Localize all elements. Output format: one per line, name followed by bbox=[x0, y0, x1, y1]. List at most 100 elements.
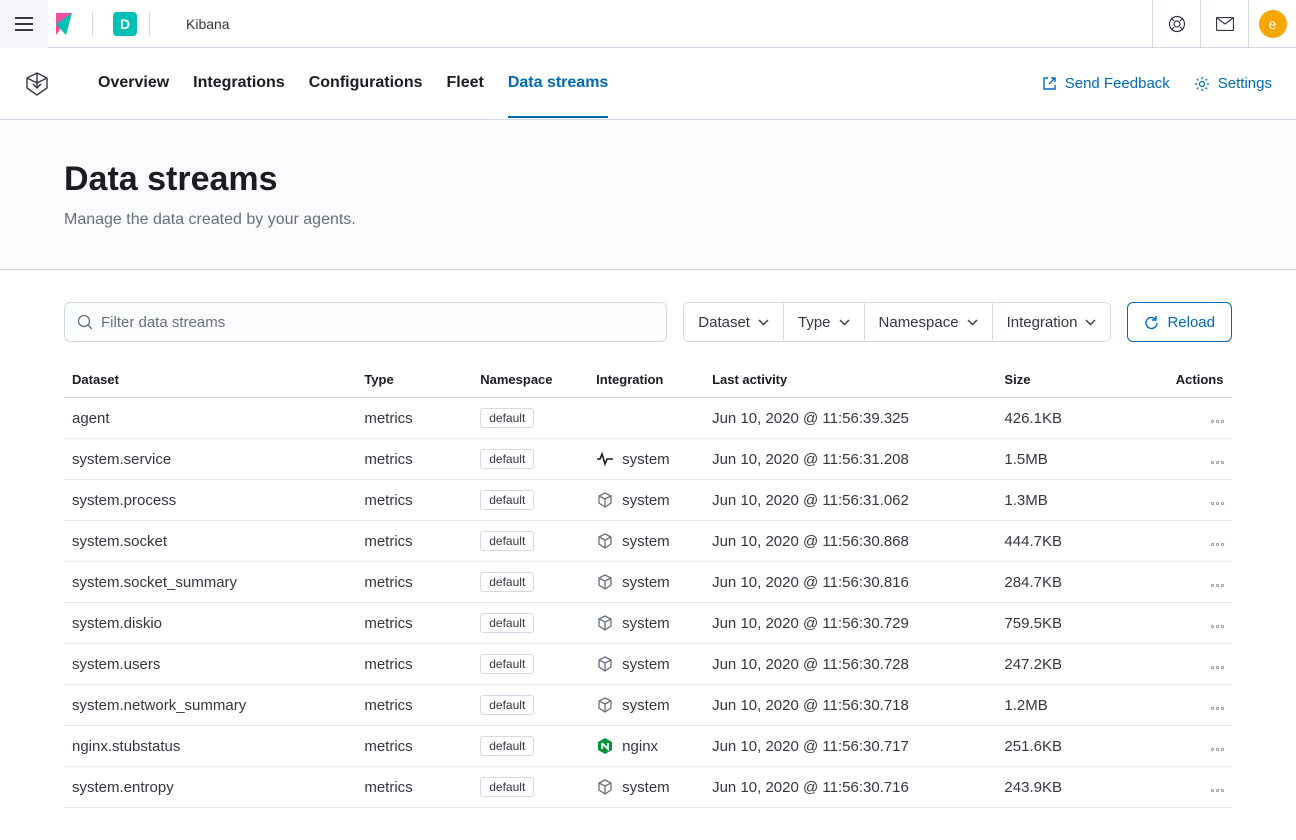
popout-icon bbox=[1042, 76, 1057, 91]
cell-namespace: default bbox=[472, 726, 588, 767]
cell-size: 444.7KB bbox=[996, 521, 1167, 562]
table-row: system.socket_summarymetricsdefaultsyste… bbox=[64, 562, 1232, 603]
integration-label: system bbox=[622, 533, 670, 550]
cell-actions bbox=[1168, 603, 1232, 644]
row-actions-button[interactable] bbox=[1211, 461, 1224, 464]
row-actions-button[interactable] bbox=[1211, 748, 1224, 751]
filter-label: Type bbox=[798, 314, 831, 331]
cell-dataset: system.entropy bbox=[64, 767, 356, 808]
integration-label: system bbox=[622, 574, 670, 591]
kibana-logo[interactable] bbox=[48, 13, 80, 35]
search-input[interactable] bbox=[101, 314, 654, 331]
user-menu[interactable]: e bbox=[1248, 0, 1296, 48]
lifebuoy-icon bbox=[1168, 15, 1186, 33]
mail-button[interactable] bbox=[1200, 0, 1248, 48]
col-header-size[interactable]: Size bbox=[996, 362, 1167, 398]
row-actions-button[interactable] bbox=[1211, 543, 1224, 546]
tab-data-streams[interactable]: Data streams bbox=[508, 50, 609, 118]
cell-last-activity: Jun 10, 2020 @ 11:56:39.325 bbox=[704, 398, 996, 439]
col-header-last-activity[interactable]: Last activity bbox=[704, 362, 996, 398]
filter-dataset[interactable]: Dataset bbox=[684, 303, 784, 341]
breadcrumb[interactable]: Kibana bbox=[186, 16, 230, 32]
cell-size: 1.5MB bbox=[996, 439, 1167, 480]
settings-link[interactable]: Settings bbox=[1194, 75, 1272, 92]
sub-nav: Overview Integrations Configurations Fleet D… bbox=[0, 48, 1296, 120]
cell-size: 759.5KB bbox=[996, 603, 1167, 644]
cell-integration: system bbox=[588, 767, 704, 808]
mail-icon bbox=[1216, 17, 1234, 31]
cell-integration: nginx bbox=[588, 726, 704, 767]
cell-integration bbox=[588, 398, 704, 439]
row-actions-button[interactable] bbox=[1211, 420, 1224, 423]
row-actions-button[interactable] bbox=[1211, 707, 1224, 710]
top-bar-right: e bbox=[1152, 0, 1296, 47]
cell-type: metrics bbox=[356, 726, 472, 767]
cell-last-activity: Jun 10, 2020 @ 11:56:30.729 bbox=[704, 603, 996, 644]
cell-integration: system bbox=[588, 521, 704, 562]
cell-integration: system bbox=[588, 439, 704, 480]
row-actions-button[interactable] bbox=[1211, 625, 1224, 628]
cell-last-activity: Jun 10, 2020 @ 11:56:31.062 bbox=[704, 480, 996, 521]
page-subtitle: Manage the data created by your agents. bbox=[64, 211, 1232, 229]
namespace-tag: default bbox=[480, 572, 534, 592]
namespace-tag: default bbox=[480, 777, 534, 797]
table-row: system.socketmetricsdefaultsystemJun 10,… bbox=[64, 521, 1232, 562]
row-actions-button[interactable] bbox=[1211, 584, 1224, 587]
col-header-integration[interactable]: Integration bbox=[588, 362, 704, 398]
namespace-tag: default bbox=[480, 613, 534, 633]
newsfeed-button[interactable] bbox=[1152, 0, 1200, 48]
cell-dataset: system.process bbox=[64, 480, 356, 521]
row-actions-button[interactable] bbox=[1211, 666, 1224, 669]
table-row: system.entropymetricsdefaultsystemJun 10… bbox=[64, 767, 1232, 808]
integration-label: system bbox=[622, 697, 670, 714]
cell-dataset: system.diskio bbox=[64, 603, 356, 644]
cell-namespace: default bbox=[472, 398, 588, 439]
col-header-dataset[interactable]: Dataset bbox=[64, 362, 356, 398]
cell-size: 1.3MB bbox=[996, 480, 1167, 521]
integration-label: nginx bbox=[622, 738, 658, 755]
filter-label: Namespace bbox=[879, 314, 959, 331]
cell-dataset: system.users bbox=[64, 644, 356, 685]
chevron-down-icon bbox=[967, 319, 978, 326]
app-badge[interactable]: D bbox=[113, 12, 137, 36]
cell-type: metrics bbox=[356, 603, 472, 644]
tab-fleet[interactable]: Fleet bbox=[446, 50, 483, 118]
cell-dataset: agent bbox=[64, 398, 356, 439]
row-actions-button[interactable] bbox=[1211, 502, 1224, 505]
cell-dataset: system.socket bbox=[64, 521, 356, 562]
cell-last-activity: Jun 10, 2020 @ 11:56:30.728 bbox=[704, 644, 996, 685]
tab-integrations[interactable]: Integrations bbox=[193, 50, 285, 118]
cell-last-activity: Jun 10, 2020 @ 11:56:30.868 bbox=[704, 521, 996, 562]
filter-type[interactable]: Type bbox=[784, 303, 865, 341]
cell-dataset: system.service bbox=[64, 439, 356, 480]
tab-configurations[interactable]: Configurations bbox=[309, 50, 423, 118]
send-feedback-label: Send Feedback bbox=[1065, 75, 1170, 92]
reload-button[interactable]: Reload bbox=[1127, 302, 1232, 342]
data-streams-table: Dataset Type Namespace Integration Last … bbox=[64, 362, 1232, 808]
cell-size: 426.1KB bbox=[996, 398, 1167, 439]
cell-actions bbox=[1168, 685, 1232, 726]
ingest-manager-icon bbox=[24, 71, 50, 97]
cell-type: metrics bbox=[356, 439, 472, 480]
chevron-down-icon bbox=[839, 319, 850, 326]
table-row: system.servicemetricsdefaultsystemJun 10… bbox=[64, 439, 1232, 480]
box-icon bbox=[596, 573, 614, 591]
cell-type: metrics bbox=[356, 685, 472, 726]
search-field[interactable] bbox=[64, 302, 667, 342]
col-header-namespace[interactable]: Namespace bbox=[472, 362, 588, 398]
integration-label: system bbox=[622, 656, 670, 673]
cell-actions bbox=[1168, 521, 1232, 562]
tab-overview[interactable]: Overview bbox=[98, 50, 169, 118]
col-header-type[interactable]: Type bbox=[356, 362, 472, 398]
namespace-tag: default bbox=[480, 490, 534, 510]
menu-toggle[interactable] bbox=[0, 0, 48, 48]
row-actions-button[interactable] bbox=[1211, 789, 1224, 792]
filter-namespace[interactable]: Namespace bbox=[865, 303, 993, 341]
content: DatasetTypeNamespaceIntegration Reload D… bbox=[0, 270, 1296, 840]
filter-integration[interactable]: Integration bbox=[993, 303, 1111, 341]
toolbar: Dataset Type Namespace Integration Reload bbox=[64, 302, 1232, 342]
cell-type: metrics bbox=[356, 398, 472, 439]
kibana-logo-icon bbox=[54, 13, 74, 35]
avatar: e bbox=[1259, 10, 1287, 38]
send-feedback-link[interactable]: Send Feedback bbox=[1042, 75, 1170, 92]
